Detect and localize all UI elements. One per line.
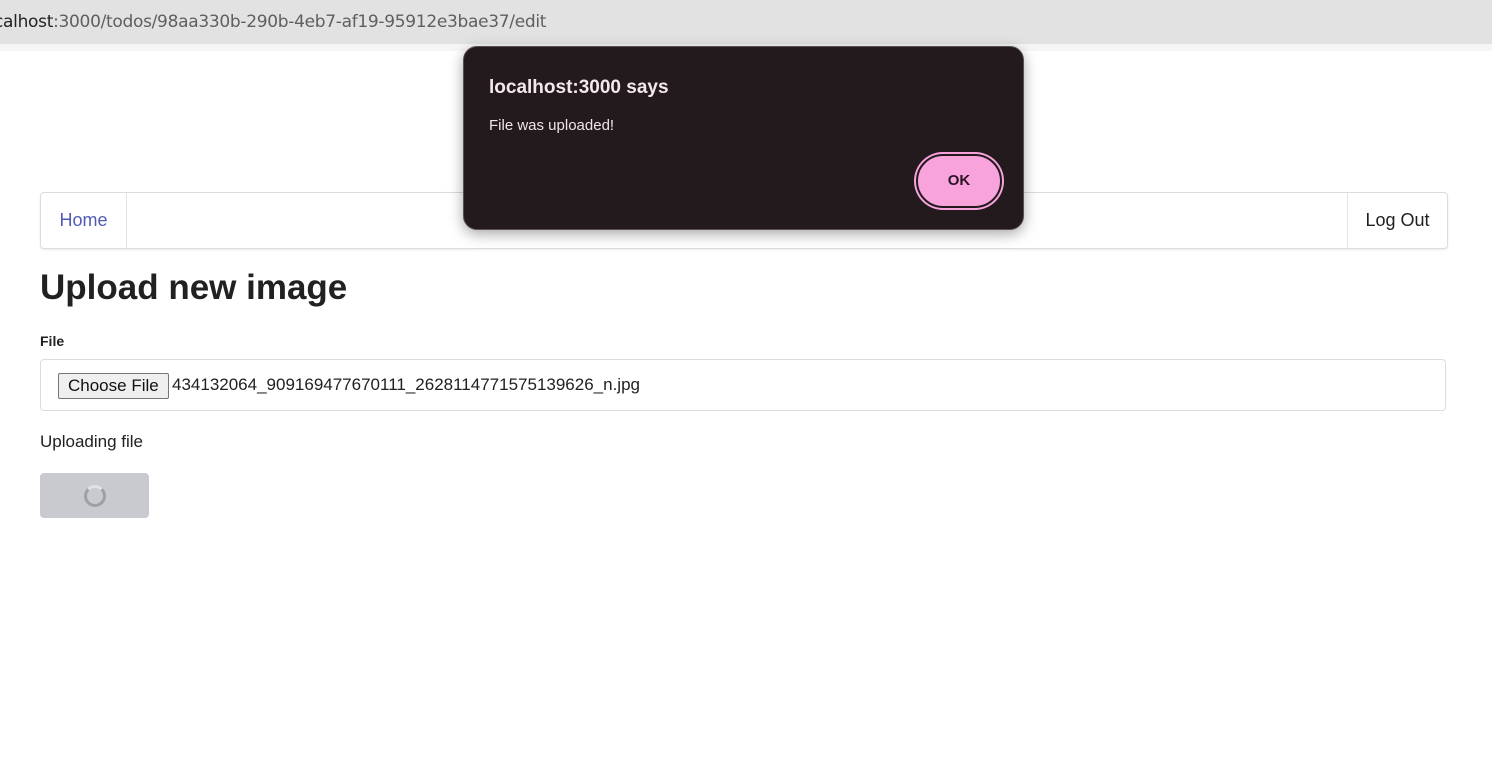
dialog-ok-button[interactable]: OK	[916, 154, 1002, 208]
alert-dialog: localhost:3000 says File was uploaded! O…	[463, 46, 1024, 230]
selected-file-name: 434132064_909169477670111_26281147715751…	[172, 375, 640, 394]
nav-logout-link[interactable]: Log Out	[1347, 193, 1447, 248]
dialog-message: File was uploaded!	[489, 117, 615, 134]
dialog-title: localhost:3000 says	[489, 77, 669, 98]
url-path: :3000/todos/98aa330b-290b-4eb7-af19-9591…	[53, 12, 547, 32]
choose-file-button[interactable]: Choose File	[58, 373, 169, 399]
upload-button-disabled[interactable]	[40, 473, 149, 518]
nav-home-link[interactable]: Home	[41, 193, 127, 248]
url-text[interactable]: calhost:3000/todos/98aa330b-290b-4eb7-af…	[0, 12, 546, 32]
file-field-label: File	[40, 333, 65, 349]
page-title: Upload new image	[40, 268, 348, 307]
upload-status-text: Uploading file	[40, 432, 144, 451]
loading-spinner-icon	[84, 485, 106, 507]
url-host: calhost	[0, 12, 54, 32]
file-input[interactable]: Choose File 434132064_909169477670111_26…	[40, 359, 1446, 411]
browser-address-bar[interactable]: calhost:3000/todos/98aa330b-290b-4eb7-af…	[0, 0, 1492, 51]
